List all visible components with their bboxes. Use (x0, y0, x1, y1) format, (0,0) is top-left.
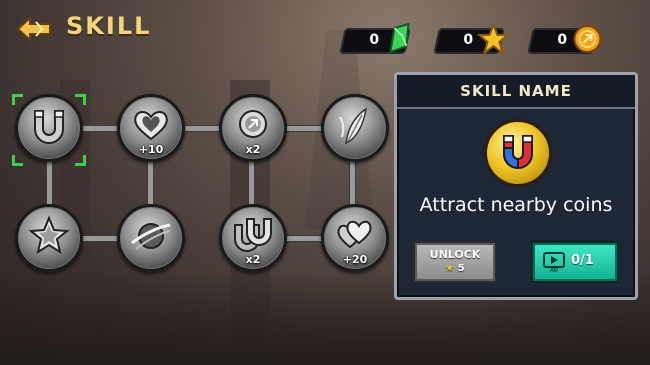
skill-node-feather[interactable] (321, 94, 389, 162)
skill-node-magnet[interactable] (15, 94, 83, 162)
skill-node-coin[interactable]: x2 (219, 94, 287, 162)
tree-connector (182, 125, 224, 132)
skill-detail-panel: SKILL NAME Attract nearby coins UNLOCK ★… (394, 72, 638, 300)
skill-node-planet[interactable] (117, 204, 185, 272)
node-badge: +20 (342, 253, 368, 266)
ad-progress: 0/1 (571, 253, 594, 268)
back-arrow-icon (16, 15, 51, 43)
page-title: SKILL (66, 12, 152, 40)
tree-connector (283, 125, 325, 132)
coins-counter: 0 (527, 25, 602, 54)
star-icon: ★ (445, 263, 455, 274)
unlock-cost-value: 5 (457, 263, 465, 274)
unlock-cost: ★ 5 (417, 263, 493, 274)
skill-description: Attract nearby coins (419, 194, 613, 216)
back-button[interactable] (14, 14, 54, 44)
selection-corner (75, 94, 86, 105)
magnet-icon (503, 135, 533, 170)
selection-corner (12, 155, 23, 166)
ad-label: AD (550, 268, 558, 273)
magnet-icon (34, 110, 64, 144)
feather-icon (339, 107, 368, 145)
watch-ad-button[interactable]: AD 0/1 (533, 243, 617, 281)
unlock-label: UNLOCK (429, 248, 481, 261)
selection-corner (12, 94, 23, 105)
node-badge: +10 (138, 143, 164, 156)
gold-star-icon (476, 22, 511, 56)
video-ad-icon: AD (543, 252, 565, 272)
stars-counter: 0 (433, 22, 511, 56)
selection-corner (75, 155, 86, 166)
unlock-button[interactable]: UNLOCK ★ 5 (415, 243, 495, 281)
star-icon (28, 215, 70, 255)
node-badge: x2 (245, 253, 261, 266)
panel-heading: SKILL NAME (397, 75, 635, 109)
gold-coin-icon (573, 25, 602, 53)
skill-node-hearts[interactable]: +20 (321, 204, 389, 272)
skill-icon-large (484, 119, 552, 187)
skill-node-heart[interactable]: +10 (117, 94, 185, 162)
node-badge: x2 (245, 143, 261, 156)
skill-node-magnet-x2[interactable]: x2 (219, 204, 287, 272)
skill-node-star[interactable] (15, 204, 83, 272)
planet-icon (131, 223, 171, 250)
gems-counter: 0 (339, 22, 411, 54)
green-crystal-icon (389, 22, 410, 54)
tree-connector (283, 235, 325, 242)
